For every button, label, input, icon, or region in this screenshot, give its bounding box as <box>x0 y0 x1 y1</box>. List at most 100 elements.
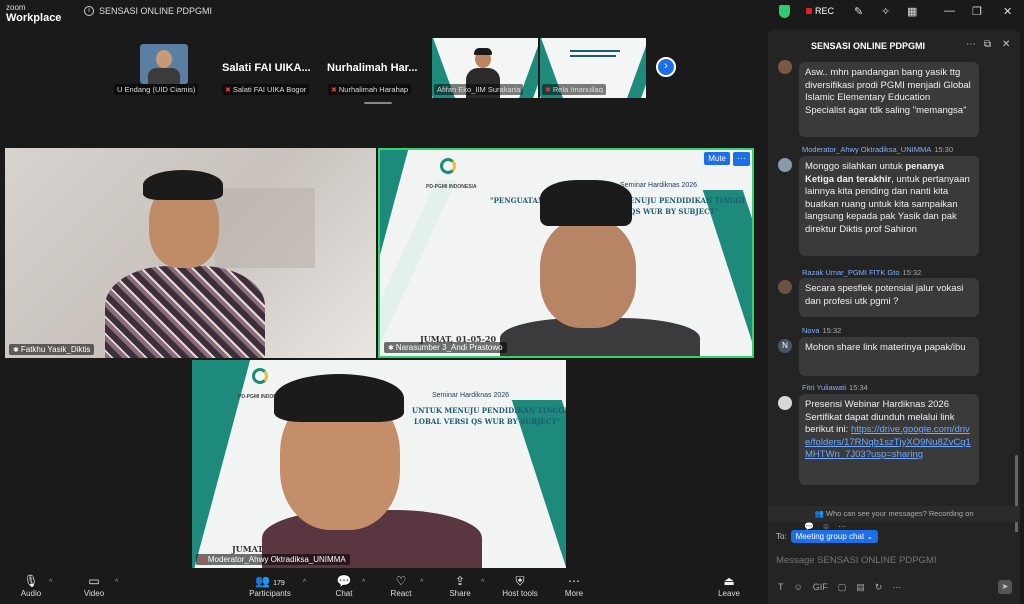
chat-options-caret-icon[interactable]: ^ <box>362 579 365 586</box>
restore-icon[interactable]: ❐ <box>972 5 982 18</box>
share-options-caret-icon[interactable]: ^ <box>481 579 484 586</box>
face-shape <box>540 218 636 328</box>
face-shape <box>156 50 172 68</box>
meeting-info[interactable]: i SENSASI ONLINE PDPGMI <box>84 6 212 16</box>
video-tile-speaker-1[interactable]: ✱ Fatkhu Yasik_Diktis <box>5 148 376 358</box>
audio-options-caret-icon[interactable]: ^ <box>49 579 52 586</box>
slide-line-2: LOBAL VERSI QS WUR BY SUBJECT" <box>414 417 561 426</box>
video-options-caret-icon[interactable]: ^ <box>115 579 118 586</box>
filmstrip-name: ✖ Rela Imanullaq <box>542 84 606 95</box>
participants-options-caret-icon[interactable]: ^ <box>303 579 306 586</box>
mic-muted-icon: ✖ <box>331 87 337 94</box>
name-text: Nurhalimah Harahap <box>338 85 409 94</box>
message-sender: Razak Umar_PGMI FITK Gto 15:32 <box>802 268 921 277</box>
file-icon[interactable]: ▤ <box>856 582 865 593</box>
annotate-pen-icon[interactable]: ✎ <box>854 5 863 18</box>
video-button[interactable]: ▭ Video <box>78 574 110 598</box>
leave-label: Leave <box>718 589 740 598</box>
share-screen-icon: ⇪ <box>454 574 466 588</box>
sparkle-icon[interactable]: ✧ <box>881 5 890 18</box>
recipient-row: To: Meeting group chat ⌄ <box>776 530 879 543</box>
share-label: Share <box>449 589 471 598</box>
name-text: Afifan Eko_IIM Surakarta <box>437 85 521 94</box>
message-sender: Moderator_Ahwy Oktradiksa_UNIMMA 15:30 <box>802 145 953 154</box>
participants-button[interactable]: 👥 179 Participants <box>244 574 296 598</box>
chat-message: Secara spesfiek potensial jalur vokasi d… <box>799 278 979 317</box>
message-sender: Nova 15:32 <box>802 326 841 335</box>
participants-count: 179 <box>273 580 285 587</box>
participant-video-endang[interactable] <box>140 44 188 84</box>
video-tile-moderator[interactable]: PD-PGMI INDONESIA Seminar Hardiknas 2026… <box>192 360 566 568</box>
avatar <box>778 60 792 74</box>
slide-event: Seminar Hardiknas 2026 <box>620 182 698 189</box>
more-button[interactable]: ⋯ More <box>560 574 588 598</box>
gif-icon[interactable]: GIF <box>813 582 828 593</box>
mute-button[interactable]: Mute <box>704 152 730 165</box>
meeting-title: SENSASI ONLINE PDPGMI <box>99 6 213 16</box>
sender-name: Fitri Yuliawati <box>802 383 847 392</box>
minimize-icon[interactable]: — <box>944 5 955 17</box>
chat-button[interactable]: 💬 Chat <box>330 574 358 598</box>
close-icon[interactable]: ✕ <box>1003 5 1012 18</box>
chat-message: Mohon share link materinya papak/ibu <box>799 337 979 376</box>
mic-muted-icon: ✖ <box>545 87 551 94</box>
slide-line-1: UNTUK MENUJU PENDIDIKAN TINGGI <box>412 406 566 415</box>
chat-title: SENSASI ONLINE PDPGMI <box>810 41 926 51</box>
filmstrip-next-button[interactable]: › <box>656 57 676 77</box>
send-icon: ➤ <box>1001 582 1009 591</box>
react-options-caret-icon[interactable]: ^ <box>420 579 423 586</box>
name-text: Moderator_Ahwy Oktradiksa_UNIMMA <box>207 555 346 564</box>
send-button[interactable]: ➤ <box>998 580 1012 594</box>
to-label: To: <box>776 532 787 541</box>
zoom-window: zoom Workplace i SENSASI ONLINE PDPGMI R… <box>0 0 1024 604</box>
more-options-button[interactable]: … <box>733 152 750 166</box>
hair-shape <box>274 374 404 422</box>
filmstrip-name: Afifan Eko_IIM Surakarta <box>434 84 524 95</box>
slide-stripe <box>627 38 646 98</box>
more-icon[interactable]: ⋯ <box>892 582 901 593</box>
recipient-select[interactable]: Meeting group chat ⌄ <box>790 530 879 543</box>
slide-org: PD-PGMI INDONESIA <box>426 184 477 190</box>
loop-icon[interactable]: ↻ <box>875 582 883 593</box>
view-grid-icon[interactable]: ▦ <box>907 5 917 18</box>
share-button[interactable]: ⇪ Share <box>446 574 474 598</box>
background-frame <box>215 188 315 268</box>
screenshot-icon[interactable]: ▢ <box>838 582 847 593</box>
info-icon[interactable]: i <box>84 6 94 16</box>
name-text: Fatkhu Yasik_Diktis <box>20 345 91 354</box>
zoom-logo: zoom Workplace <box>6 3 61 24</box>
emoji-icon[interactable]: ☺ <box>794 582 803 593</box>
format-text-icon[interactable]: T <box>778 582 784 593</box>
more-options-icon[interactable]: ⋯ <box>966 39 976 50</box>
video-tile-active-speaker[interactable]: PD-PGMI INDONESIA Seminar Hardiknas 2026… <box>378 148 754 358</box>
video-label: Video <box>83 589 105 598</box>
name-text: Narasumber 3_Andi Prastowo <box>395 343 503 352</box>
encryption-shield-icon[interactable] <box>779 5 790 18</box>
filmstrip-name-large: Nurhalimah Har... <box>327 62 418 74</box>
microphone-icon: 🎙 <box>23 574 39 588</box>
mic-icon: ✱ <box>388 345 394 352</box>
camera-icon: ▭ <box>88 574 100 588</box>
message-time: 15:34 <box>849 383 868 392</box>
name-text: Rela Imanullaq <box>552 85 603 94</box>
recording-indicator[interactable]: REC <box>806 6 834 16</box>
leave-icon: ⏏ <box>723 574 735 588</box>
chat-icon: 💬 <box>336 574 352 588</box>
chat-input-tools: T ☺ GIF ▢ ▤ ↻ ⋯ <box>778 582 901 593</box>
chat-privacy-notice[interactable]: 👥 Who can see your messages? Recording o… <box>768 506 1020 522</box>
slide-line-1b: K MENUJU PENDIDIKAN TINGGI <box>613 196 745 205</box>
slide-title-line <box>570 55 616 57</box>
host-tools-button[interactable]: ⛨ Host tools <box>498 574 542 598</box>
message-text: Monggo silahkan untuk <box>805 161 906 172</box>
close-chat-icon[interactable]: ✕ <box>1002 39 1010 50</box>
pop-out-icon[interactable]: ⧉ <box>984 39 991 50</box>
leave-button[interactable]: ⏏ Leave <box>714 574 744 598</box>
slide-event: Seminar Hardiknas 2026 <box>432 392 510 399</box>
audio-button[interactable]: 🎙 Audio <box>16 574 46 598</box>
tile-name-label: ✱ Narasumber 3_Andi Prastowo <box>384 342 507 353</box>
chat-message-input[interactable] <box>776 550 1012 570</box>
org-logo-icon <box>440 158 456 174</box>
record-dot-icon <box>806 8 812 14</box>
react-button[interactable]: ♡ React <box>386 574 416 598</box>
participants-icon: 👥 179 <box>255 574 285 588</box>
